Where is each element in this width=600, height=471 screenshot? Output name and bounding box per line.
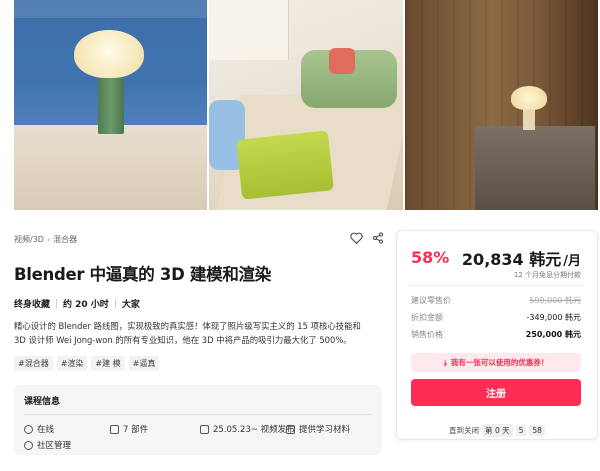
breadcrumb: 视频/3D › 混合器 [14, 234, 77, 245]
hero-image-lamp-console[interactable] [404, 0, 598, 210]
course-description: 精心设计的 Blender 路线图，实现极致的真实感！体现了照片级写实主义的 1… [14, 321, 361, 345]
breadcrumb-separator: › [46, 235, 51, 244]
coupon-banner[interactable]: ⤓ 我有一张可以使用的优惠券！ [411, 353, 581, 372]
coupon-text: 我有一张可以使用的优惠券！ [450, 358, 549, 367]
divider [24, 414, 372, 415]
online-icon [24, 424, 33, 434]
info-materials-label: 提供学习材料 [299, 425, 351, 435]
price-amount: 20,834 韩元 [461, 250, 562, 269]
course-info-box: 课程信息 在线 7 部件 25.05.23~ 视频发布 提供学习材料 社区管理 [14, 385, 382, 455]
meta-lifetime: 终身收藏 [14, 300, 51, 310]
meta-divider [56, 299, 58, 308]
course-info-title: 课程信息 [24, 397, 61, 407]
info-community: 社区管理 [24, 439, 71, 451]
hero-gallery [14, 0, 598, 210]
price-row-label: 销售价格 [411, 330, 443, 339]
calendar-icon [200, 424, 209, 434]
info-release: 25.05.23~ 视频发布 [200, 423, 295, 435]
countdown: 直到关闭 第 0 天 5 58 [396, 424, 598, 437]
tag-list: #混合器 #渲染 #建 模 #逼真 [14, 356, 160, 371]
info-community-label: 社区管理 [37, 441, 72, 451]
countdown-label: 直到关闭 [449, 426, 480, 435]
tag-realistic[interactable]: #逼真 [128, 356, 160, 371]
info-parts: 7 部件 [110, 423, 148, 435]
register-button[interactable]: 注册 [411, 379, 581, 406]
hero-image-living-room[interactable] [209, 0, 403, 210]
download-icon: ⤓ [443, 357, 447, 367]
price-row-value: -349,000 韩元 [526, 313, 581, 322]
play-icon [110, 424, 119, 434]
countdown-days-value: 0 [494, 426, 500, 435]
price-row-retail: 建议零售价 599,000 韩元 [411, 295, 581, 306]
share-icon[interactable] [371, 231, 385, 245]
meta-duration: 约 20 小时 [63, 300, 109, 310]
document-icon [286, 424, 295, 434]
community-icon [24, 440, 33, 450]
info-online: 在线 [24, 423, 54, 435]
price-row-value: 599,000 韩元 [529, 296, 581, 305]
price-row-value: 250,000 韩元 [525, 330, 581, 339]
divider [409, 285, 585, 286]
countdown-days: 第 0 天 [482, 424, 513, 437]
price-row-sale: 销售价格 250,000 韩元 [411, 329, 581, 340]
course-title: Blender 中逼真的 3D 建模和渲染 [14, 265, 271, 284]
breadcrumb-item-video-3d[interactable]: 视频/3D [14, 234, 44, 245]
countdown-days-suffix: 天 [502, 426, 510, 435]
tag-modeling[interactable]: #建 模 [91, 356, 125, 371]
installment-note[interactable]: 12 个月免息分期付款 [514, 270, 581, 280]
course-meta: 终身收藏 约 20 小时 大家 [14, 297, 140, 310]
countdown-minutes: 58 [529, 425, 545, 436]
action-icons [349, 231, 385, 245]
tag-rendering[interactable]: #渲染 [56, 356, 88, 371]
monthly-price: 20,834 韩元 /月 [462, 246, 581, 270]
info-release-label: 25.05.23~ 视频发布 [213, 425, 295, 435]
heart-icon[interactable] [349, 231, 363, 245]
info-online-label: 在线 [37, 425, 55, 435]
tag-blender[interactable]: #混合器 [14, 356, 53, 371]
breadcrumb-item-blender[interactable]: 混合器 [53, 234, 77, 245]
info-parts-label: 7 部件 [123, 425, 149, 435]
price-row-discount: 折扣金额 -349,000 韩元 [411, 312, 581, 323]
info-materials: 提供学习材料 [286, 423, 350, 435]
countdown-hours: 5 [515, 425, 527, 436]
hero-image-lamp-desk[interactable] [14, 0, 208, 210]
price-row-label: 折扣金额 [411, 313, 443, 322]
discount-percent: 58% [411, 248, 450, 267]
price-row-label: 建议零售价 [411, 296, 451, 305]
price-card: 58% 20,834 韩元 /月 12 个月免息分期付款 建议零售价 599,0… [396, 230, 598, 440]
meta-audience: 大家 [121, 300, 140, 310]
countdown-days-prefix: 第 [485, 426, 493, 435]
meta-divider [114, 299, 116, 308]
price-period: /月 [563, 254, 581, 269]
